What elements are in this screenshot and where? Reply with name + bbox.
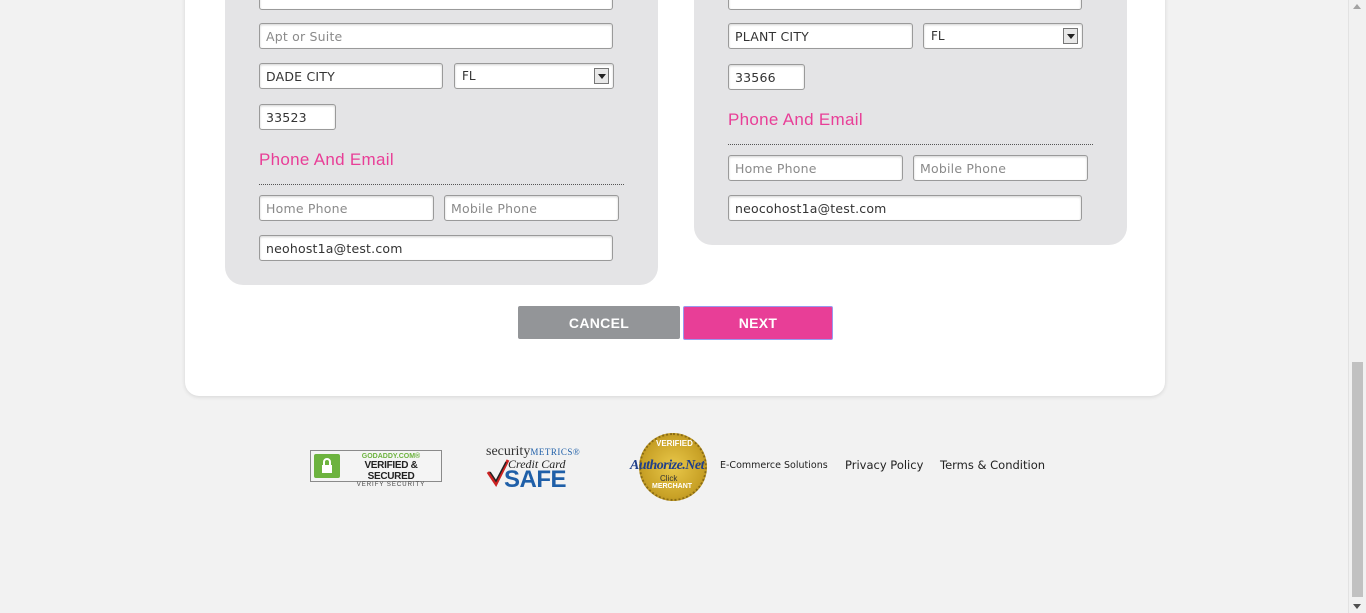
- chevron-down-icon[interactable]: [594, 68, 609, 84]
- godaddy-verified-badge[interactable]: GODADDY.COM® VERIFIED & SECURED VERIFY S…: [310, 450, 442, 488]
- lock-icon: [314, 454, 340, 478]
- authorize-name: Authorize.Net: [630, 458, 705, 473]
- authorize-top-text: VERIFIED: [656, 439, 693, 448]
- ecommerce-solutions-link[interactable]: E-Commerce Solutions: [720, 460, 828, 471]
- chevron-down-icon[interactable]: [1063, 28, 1078, 44]
- billing-apt-input[interactable]: [259, 23, 613, 49]
- scroll-down-arrow-icon[interactable]: [1353, 604, 1361, 609]
- shipping-email-input[interactable]: [728, 195, 1082, 221]
- shipping-zip-input[interactable]: [728, 64, 805, 90]
- godaddy-line2: VERIFIED & SECURED: [364, 460, 418, 482]
- billing-city-input[interactable]: [259, 63, 443, 89]
- shipping-phone-section-title: Phone And Email: [728, 110, 863, 129]
- privacy-policy-link[interactable]: Privacy Policy: [845, 458, 923, 472]
- billing-street-input[interactable]: [259, 0, 613, 10]
- godaddy-line1: GODADDY.COM®: [361, 453, 421, 460]
- shipping-state-value: FL: [931, 29, 945, 43]
- shipping-state-select[interactable]: FL: [923, 23, 1083, 49]
- securitymetrics-badge[interactable]: securityMETRICS® Credit Card SAFE: [486, 444, 584, 494]
- shipping-home-phone-input[interactable]: [728, 155, 903, 181]
- godaddy-line3: VERIFY SECURITY: [356, 482, 426, 488]
- cancel-button[interactable]: CANCEL: [518, 306, 680, 339]
- billing-mobile-phone-input[interactable]: [444, 195, 619, 221]
- shipping-mobile-phone-input[interactable]: [913, 155, 1088, 181]
- authorize-bottom-text: MERCHANT: [652, 483, 693, 490]
- authorize-net-seal[interactable]: VERIFIED Authorize.Net Click MERCHANT: [630, 433, 718, 503]
- vertical-scrollbar[interactable]: [1348, 0, 1366, 613]
- authorize-click: Click: [660, 474, 678, 483]
- billing-state-value: FL: [462, 69, 476, 83]
- billing-email-input[interactable]: [259, 235, 613, 261]
- terms-condition-link[interactable]: Terms & Condition: [940, 458, 1045, 472]
- billing-zip-input[interactable]: [259, 104, 336, 130]
- billing-divider: [259, 184, 624, 185]
- billing-state-select[interactable]: FL: [454, 63, 614, 89]
- billing-home-phone-input[interactable]: [259, 195, 434, 221]
- scroll-up-arrow-icon[interactable]: [1353, 4, 1361, 9]
- shipping-city-input[interactable]: [728, 23, 913, 49]
- shipping-street-input[interactable]: [728, 0, 1082, 10]
- scroll-thumb[interactable]: [1352, 362, 1363, 597]
- securitymetrics-line3: SAFE: [504, 466, 567, 493]
- billing-phone-section-title: Phone And Email: [259, 150, 394, 169]
- shipping-divider: [728, 144, 1093, 145]
- next-button[interactable]: NEXT: [683, 306, 833, 340]
